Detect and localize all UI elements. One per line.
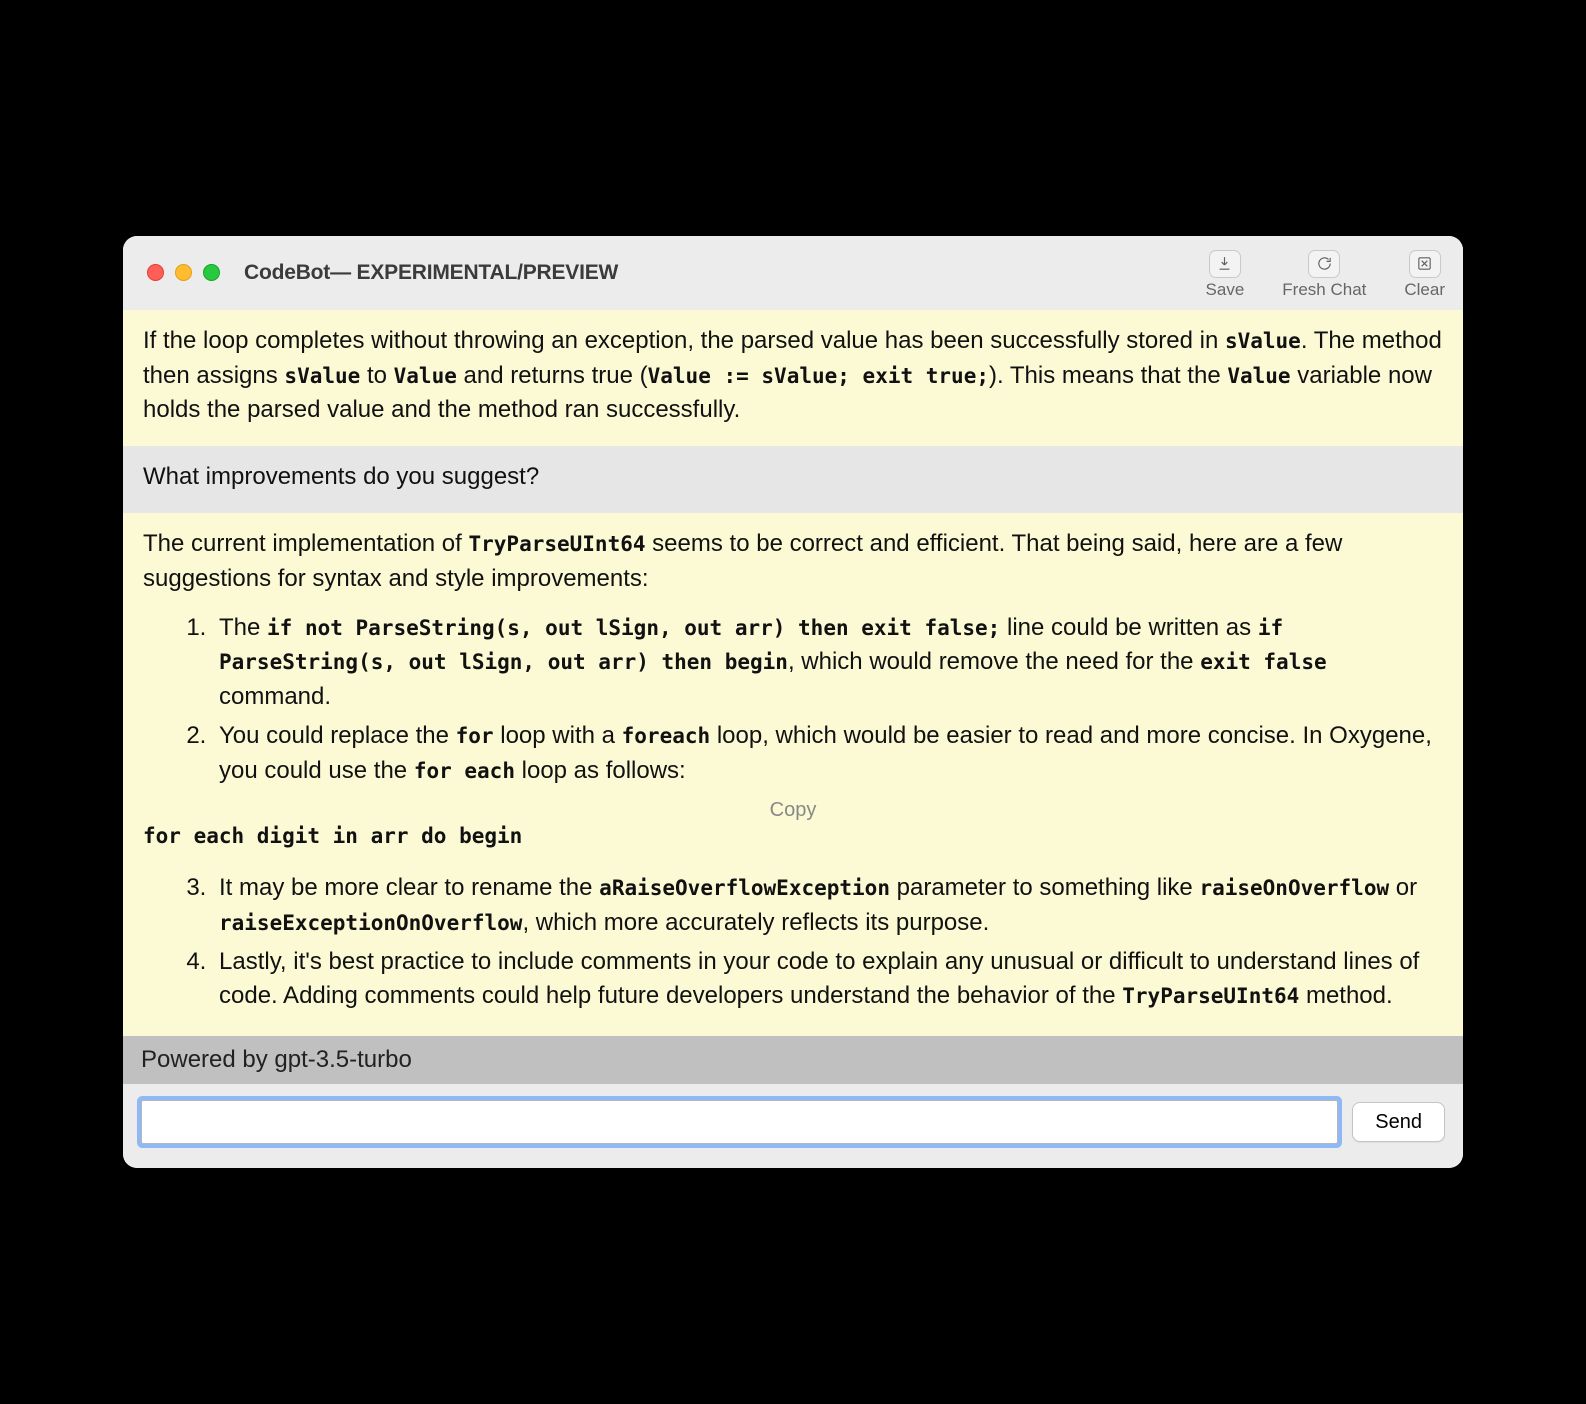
text: You could replace the [219,722,456,749]
clear-icon [1409,250,1441,278]
fresh-chat-button[interactable]: Fresh Chat [1282,250,1366,300]
message-input[interactable] [141,1100,1338,1144]
inline-code: TryParseUInt64 [469,532,646,556]
clear-label: Clear [1404,280,1445,300]
text: loop as follows: [515,757,686,784]
inline-code: Value [1227,364,1290,388]
text: method. [1299,982,1392,1009]
text: It may be more clear to rename the [219,874,599,901]
suggestion-list: The if not ParseString(s, out lSign, out… [143,611,1443,789]
send-button[interactable]: Send [1352,1102,1445,1142]
close-window-button[interactable] [147,264,164,281]
list-item: Lastly, it's best practice to include co… [213,945,1443,1015]
inline-code: Value [394,364,457,388]
traffic-lights [147,264,220,281]
inline-code: sValue [284,364,360,388]
suggestion-list-continued: It may be more clear to rename the aRais… [143,871,1443,1014]
assistant-message: If the loop completes without throwing a… [123,310,1463,446]
text: parameter to something like [890,874,1199,901]
text: ). This means that the [989,362,1227,389]
chat-transcript: If the loop completes without throwing a… [123,310,1463,1036]
text: The current implementation of [143,530,469,557]
inline-code: TryParseUInt64 [1122,984,1299,1008]
text: line could be written as [1000,614,1257,641]
assistant-message: The current implementation of TryParseUI… [123,513,1463,1036]
inline-code: raiseExceptionOnOverflow [219,911,522,935]
inline-code: for [456,724,494,748]
text: If the loop completes without throwing a… [143,327,1225,354]
minimize-window-button[interactable] [175,264,192,281]
app-title: CodeBot— EXPERIMENTAL/PREVIEW [244,261,618,285]
inline-code: exit false [1200,650,1326,674]
list-item: It may be more clear to rename the aRais… [213,871,1443,941]
inline-code: foreach [622,724,711,748]
list-item: You could replace the for loop with a fo… [213,719,1443,789]
app-window: CodeBot— EXPERIMENTAL/PREVIEW Save Fresh… [123,236,1463,1168]
save-label: Save [1206,280,1245,300]
inline-code: raiseOnOverflow [1199,876,1389,900]
code-block: Copy for each digit in arr do begin [143,799,1443,855]
message-paragraph: The current implementation of TryParseUI… [143,527,1443,597]
text: and returns true ( [457,362,648,389]
fresh-chat-label: Fresh Chat [1282,280,1366,300]
clear-button[interactable]: Clear [1404,250,1445,300]
user-message: What improvements do you suggest? [123,446,1463,513]
list-item: The if not ParseString(s, out lSign, out… [213,611,1443,715]
text: or [1389,874,1417,901]
text: loop with a [494,722,622,749]
toolbar: Save Fresh Chat Clear [1206,246,1445,300]
refresh-icon [1308,250,1340,278]
save-button[interactable]: Save [1206,250,1245,300]
text: The [219,614,267,641]
status-text: Powered by gpt-3.5-turbo [141,1046,412,1073]
inline-code: for each [414,759,515,783]
message-text: What improvements do you suggest? [143,463,539,490]
download-icon [1209,250,1241,278]
inline-code: if not ParseString(s, out lSign, out arr… [267,616,1000,640]
inline-code: aRaiseOverflowException [599,876,890,900]
titlebar: CodeBot— EXPERIMENTAL/PREVIEW Save Fresh… [123,236,1463,310]
input-bar: Send [123,1084,1463,1168]
copy-button[interactable]: Copy [770,799,817,822]
inline-code: Value := sValue; exit true; [648,364,989,388]
message-paragraph: If the loop completes without throwing a… [143,324,1443,428]
text: to [360,362,393,389]
text: , which more accurately reflects its pur… [522,909,989,936]
zoom-window-button[interactable] [203,264,220,281]
inline-code: sValue [1225,329,1301,353]
text: command. [219,683,331,710]
status-bar: Powered by gpt-3.5-turbo [123,1036,1463,1084]
text: , which would remove the need for the [788,648,1200,675]
